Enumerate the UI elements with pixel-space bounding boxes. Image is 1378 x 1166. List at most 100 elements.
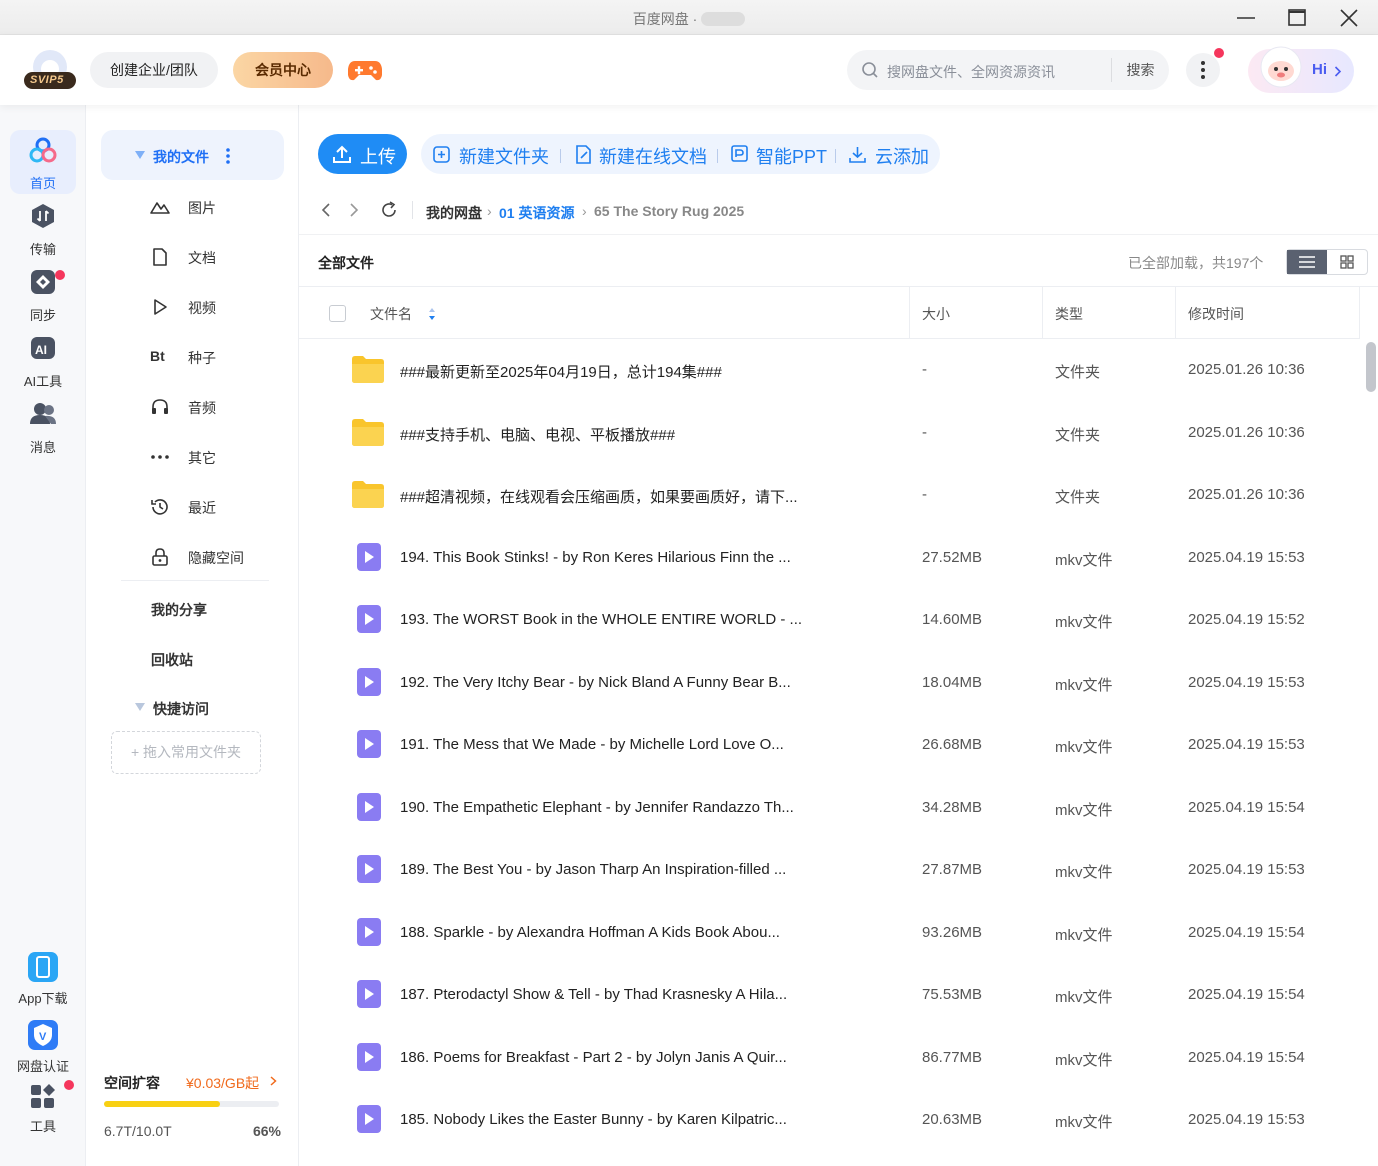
- file-name[interactable]: 185. Nobody Likes the Easter Bunny - by …: [400, 1111, 787, 1128]
- grid-view-button[interactable]: [1327, 250, 1367, 274]
- caret-down-icon: [135, 151, 145, 159]
- file-name[interactable]: ###最新更新至2025年04月19日，总计194集###: [400, 361, 722, 382]
- nav-app-download[interactable]: App下载: [10, 945, 76, 1009]
- quota-used: 6.7T/10.0T: [104, 1123, 172, 1139]
- search-input[interactable]: 搜网盘文件、全网资源资讯: [887, 62, 1055, 82]
- notification-dot: [1214, 48, 1224, 58]
- main-panel: 上传 新建文件夹 新建在线文档 智能PPT 云添加 我的网盘 › 01 英语资源…: [299, 105, 1378, 1166]
- nav-ai-tools[interactable]: AI AI工具: [10, 328, 76, 392]
- create-team-button[interactable]: 创建企业/团队: [90, 52, 218, 88]
- maximize-icon[interactable]: [1282, 6, 1312, 30]
- my-files-nav[interactable]: 我的文件: [101, 130, 284, 180]
- svip-badge-text: SVIP5: [30, 74, 64, 86]
- quick-access-dropzone[interactable]: + 拖入常用文件夹: [111, 731, 261, 774]
- recycle-bin-nav[interactable]: 回收站: [151, 650, 193, 670]
- vip-center-button[interactable]: 会员中心: [233, 52, 333, 88]
- upload-icon: [333, 145, 351, 163]
- close-icon[interactable]: [1334, 6, 1364, 30]
- select-all-checkbox[interactable]: [329, 305, 346, 322]
- nav-tools[interactable]: 工具: [10, 1081, 76, 1145]
- table-row[interactable]: ###支持手机、电脑、电视、平板播放### - 文件夹 2025.01.26 10:3…: [299, 402, 1360, 464]
- file-type: mkv文件: [1055, 739, 1113, 756]
- table-row[interactable]: 189. The Best You - by Jason Tharp An In…: [299, 839, 1360, 901]
- file-name[interactable]: 190. The Empathetic Elephant - by Jennif…: [400, 799, 794, 816]
- column-name[interactable]: 文件名: [370, 304, 412, 324]
- window-title: 百度网盘 ·: [0, 9, 1378, 29]
- nav-home[interactable]: 首页: [10, 130, 76, 194]
- table-row[interactable]: 191. The Mess that We Made - by Michelle…: [299, 714, 1360, 776]
- nav-verify[interactable]: V 网盘认证: [10, 1013, 76, 1077]
- table-row[interactable]: 194. This Book Stinks! - by Ron Keres Hi…: [299, 527, 1360, 589]
- toolbar-divider: [560, 149, 561, 163]
- more-menu-button[interactable]: [1186, 53, 1220, 87]
- search-box[interactable]: 搜网盘文件、全网资源资讯 搜索: [847, 50, 1169, 90]
- file-name[interactable]: 187. Pterodactyl Show & Tell - by Thad K…: [400, 986, 787, 1003]
- breadcrumb-current: 65 The Story Rug 2025: [594, 203, 745, 219]
- kebab-icon[interactable]: [226, 148, 230, 164]
- my-share-nav[interactable]: 我的分享: [151, 600, 207, 620]
- gamepad-icon[interactable]: [347, 57, 383, 83]
- nav-transfer[interactable]: 传输: [10, 196, 76, 260]
- upload-button[interactable]: 上传: [318, 134, 407, 174]
- table-row[interactable]: 192. The Very Itchy Bear - by Nick Bland…: [299, 652, 1360, 714]
- column-header: 文件名 大小 类型 修改时间: [299, 287, 1360, 339]
- upload-label: 上传: [360, 147, 396, 167]
- column-size[interactable]: 大小: [922, 304, 950, 324]
- breadcrumb-level1[interactable]: 01 英语资源: [499, 203, 574, 223]
- back-icon[interactable]: [321, 202, 331, 218]
- file-name[interactable]: 186. Poems for Breakfast - Part 2 - by J…: [400, 1049, 787, 1066]
- table-row[interactable]: 190. The Empathetic Elephant - by Jennif…: [299, 777, 1360, 839]
- new-folder-button[interactable]: 新建文件夹: [459, 143, 549, 169]
- list-view-icon: [1299, 256, 1315, 268]
- file-name[interactable]: 193. The WORST Book in the WHOLE ENTIRE …: [400, 611, 802, 628]
- chevron-right-icon: [1334, 66, 1342, 77]
- cloud-add-button[interactable]: 云添加: [875, 143, 929, 169]
- table-row[interactable]: ###最新更新至2025年04月19日，总计194集### - 文件夹 2025.01…: [299, 339, 1360, 401]
- top-bar: SVIP5 创建企业/团队 会员中心 搜网盘文件、全网资源资讯 搜索 Hi: [0, 35, 1378, 105]
- breadcrumb-root[interactable]: 我的网盘: [426, 203, 482, 223]
- file-modified: 2025.01.26 10:36: [1188, 361, 1305, 378]
- file-modified: 2025.04.19 15:53: [1188, 736, 1305, 753]
- minimize-icon[interactable]: [1231, 6, 1261, 30]
- file-name[interactable]: 194. This Book Stinks! - by Ron Keres Hi…: [400, 549, 791, 566]
- smart-ppt-button[interactable]: 智能PPT: [756, 143, 827, 169]
- list-view-button[interactable]: [1287, 250, 1327, 274]
- refresh-icon[interactable]: [380, 201, 398, 219]
- table-row[interactable]: 186. Poems for Breakfast - Part 2 - by J…: [299, 1027, 1360, 1089]
- new-online-doc-button[interactable]: 新建在线文档: [599, 143, 707, 169]
- file-name[interactable]: ###支持手机、电脑、电视、平板播放###: [400, 424, 675, 445]
- table-row[interactable]: 193. The WORST Book in the WHOLE ENTIRE …: [299, 589, 1360, 651]
- file-name[interactable]: 191. The Mess that We Made - by Michelle…: [400, 736, 784, 753]
- column-type[interactable]: 类型: [1055, 304, 1083, 324]
- nav-sync[interactable]: 同步: [10, 262, 76, 326]
- file-size: 26.68MB: [922, 736, 983, 753]
- quick-access-header[interactable]: 快捷访问: [135, 699, 209, 719]
- file-modified: 2025.04.19 15:53: [1188, 1111, 1305, 1128]
- file-name[interactable]: 188. Sparkle - by Alexandra Hoffman A Ki…: [400, 924, 780, 941]
- file-type: 文件夹: [1055, 426, 1101, 444]
- ai-icon: AI: [31, 337, 55, 359]
- assistant-hi-button[interactable]: Hi: [1248, 46, 1354, 93]
- search-button[interactable]: 搜索: [1111, 58, 1169, 82]
- table-row[interactable]: 185. Nobody Likes the Easter Bunny - by …: [299, 1089, 1360, 1151]
- scrollbar-thumb[interactable]: [1366, 342, 1376, 392]
- toolbar-divider: [717, 149, 718, 163]
- table-row[interactable]: ###超清视频，在线观看会压缩画质，如果要画质好，请下... - 文件夹 2025.0…: [299, 464, 1360, 526]
- sidebar-item-label: 种子: [188, 350, 216, 366]
- forward-icon[interactable]: [349, 202, 359, 218]
- file-type: 文件夹: [1055, 364, 1101, 381]
- nav-home-label: 首页: [29, 176, 56, 191]
- file-name[interactable]: 192. The Very Itchy Bear - by Nick Bland…: [400, 674, 791, 691]
- file-modified: 2025.04.19 15:54: [1188, 986, 1305, 1003]
- video-file-icon: [357, 792, 381, 821]
- table-row[interactable]: 188. Sparkle - by Alexandra Hoffman A Ki…: [299, 902, 1360, 964]
- nav-messages[interactable]: 消息: [10, 394, 76, 458]
- column-modified[interactable]: 修改时间: [1188, 304, 1244, 324]
- video-file-icon: [357, 980, 381, 1008]
- home-icon: [29, 137, 57, 163]
- headphone-icon: [152, 399, 168, 414]
- file-name[interactable]: 189. The Best You - by Jason Tharp An In…: [400, 861, 786, 878]
- table-row[interactable]: 187. Pterodactyl Show & Tell - by Thad K…: [299, 964, 1360, 1026]
- file-name[interactable]: ###超清视频，在线观看会压缩画质，如果要画质好，请下...: [400, 486, 798, 507]
- sort-icon[interactable]: [428, 307, 436, 321]
